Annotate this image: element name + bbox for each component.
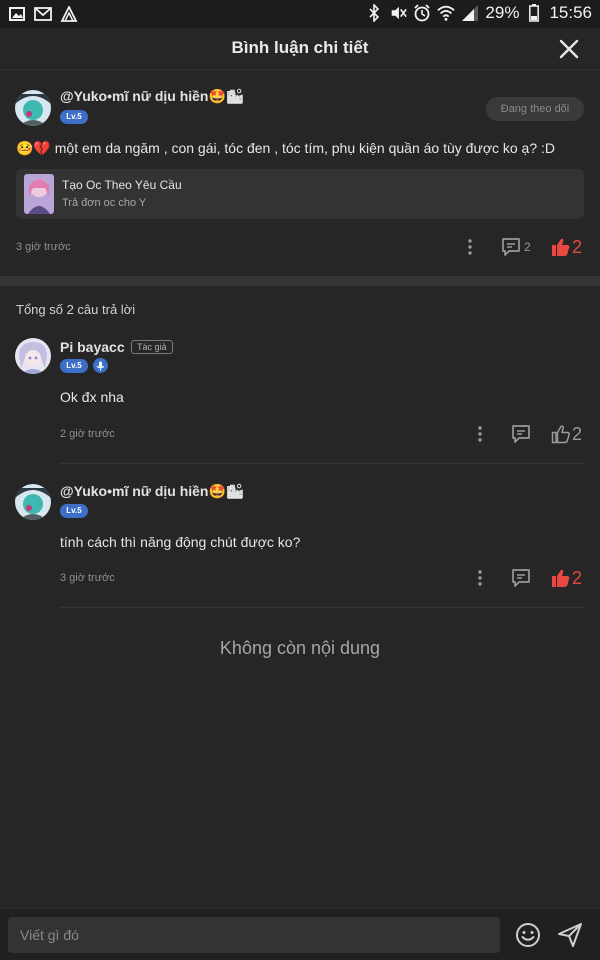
reply-author-username[interactable]: Pi bayacc — [60, 339, 125, 355]
gallery-notification-icon — [8, 5, 26, 23]
mute-icon — [389, 4, 408, 22]
following-button[interactable]: Đang theo dõi — [486, 97, 584, 121]
page-title: Bình luận chi tiết — [231, 38, 369, 57]
linked-post-thumbnail — [24, 174, 54, 214]
wifi-icon — [437, 4, 456, 22]
reply-button[interactable] — [510, 567, 532, 589]
level-badge: Lv.5 — [60, 359, 88, 373]
like-count: 2 — [572, 568, 583, 588]
battery-icon — [525, 4, 543, 22]
linked-post-subtitle: Trả đơn oc cho Y — [62, 197, 147, 209]
clock-time: 15:56 — [549, 3, 592, 22]
reply-timestamp: 3 giờ trước — [60, 572, 115, 584]
comment-icon — [512, 425, 530, 443]
comment-icon — [512, 569, 530, 587]
reply-text: Ok đx nha — [60, 389, 124, 405]
more-vertical-icon — [478, 426, 482, 442]
status-bar: 29% 15:56 — [0, 0, 600, 28]
page-header: Bình luận chi tiết — [0, 28, 600, 70]
bluetooth-icon — [365, 4, 383, 22]
linked-post-title: Tạo Oc Theo Yêu Cầu — [62, 178, 182, 192]
reply-timestamp: 2 giờ trước — [60, 428, 115, 440]
more-vertical-icon — [478, 570, 482, 586]
signal-icon — [461, 4, 479, 22]
smiley-icon — [516, 923, 540, 947]
more-vertical-icon — [468, 239, 472, 255]
linked-post-card[interactable]: Tạo Oc Theo Yêu Cầu Trả đơn oc cho Y — [16, 169, 584, 219]
like-count: 2 — [572, 424, 583, 444]
reply-button[interactable] — [510, 423, 532, 445]
email-notification-icon — [34, 5, 52, 23]
reply-separator — [60, 463, 584, 464]
author-tag: Tác giả — [131, 340, 173, 354]
section-divider — [0, 276, 600, 286]
comment-icon — [502, 238, 520, 256]
replies-total-heading: Tổng số 2 câu trả lời — [16, 302, 136, 317]
reply-separator — [60, 607, 584, 608]
reply-count: 2 — [524, 240, 531, 254]
mic-badge-icon — [93, 358, 108, 373]
close-icon — [559, 39, 579, 59]
main-commenter-username[interactable]: @Yuko•mĩ nữ dịu hiền🤩🏙 — [60, 88, 244, 105]
like-count: 2 — [572, 237, 583, 257]
avatar-main-commenter[interactable] — [15, 90, 51, 126]
level-badge: Lv.5 — [60, 504, 88, 518]
more-options-button[interactable] — [462, 237, 478, 257]
reply-text: tính cách thì năng động chút được ko? — [60, 534, 301, 550]
reply-author-username[interactable]: @Yuko•mĩ nữ dịu hiền🤩🏙 — [60, 483, 244, 500]
comment-composer — [0, 908, 600, 960]
alarm-icon — [413, 4, 431, 22]
like-button[interactable] — [550, 236, 572, 258]
like-button[interactable] — [550, 423, 572, 445]
level-badge: Lv.5 — [60, 110, 88, 124]
close-button[interactable] — [556, 36, 582, 62]
thumbs-up-filled-icon — [552, 238, 570, 256]
send-icon — [558, 923, 582, 947]
main-comment-text: 🤒💔 một em da ngăm , con gái, tóc đen , t… — [16, 140, 556, 156]
send-button[interactable] — [556, 921, 584, 949]
thumbs-up-outline-icon — [551, 425, 570, 444]
thumbs-up-filled-icon — [552, 569, 570, 587]
avatar-reply-author[interactable] — [15, 484, 51, 520]
app-notification-icon — [60, 5, 78, 23]
more-options-button[interactable] — [472, 424, 488, 444]
more-options-button[interactable] — [472, 568, 488, 588]
no-more-content-text: Không còn nội dung — [219, 638, 381, 658]
avatar-reply-author[interactable] — [15, 338, 51, 374]
like-button[interactable] — [550, 567, 572, 589]
comment-input[interactable] — [8, 917, 500, 953]
main-comment-timestamp: 3 giờ trước — [16, 241, 71, 253]
battery-percentage: 29% — [485, 3, 520, 22]
reply-button[interactable] — [500, 236, 522, 258]
emoji-button[interactable] — [514, 921, 542, 949]
